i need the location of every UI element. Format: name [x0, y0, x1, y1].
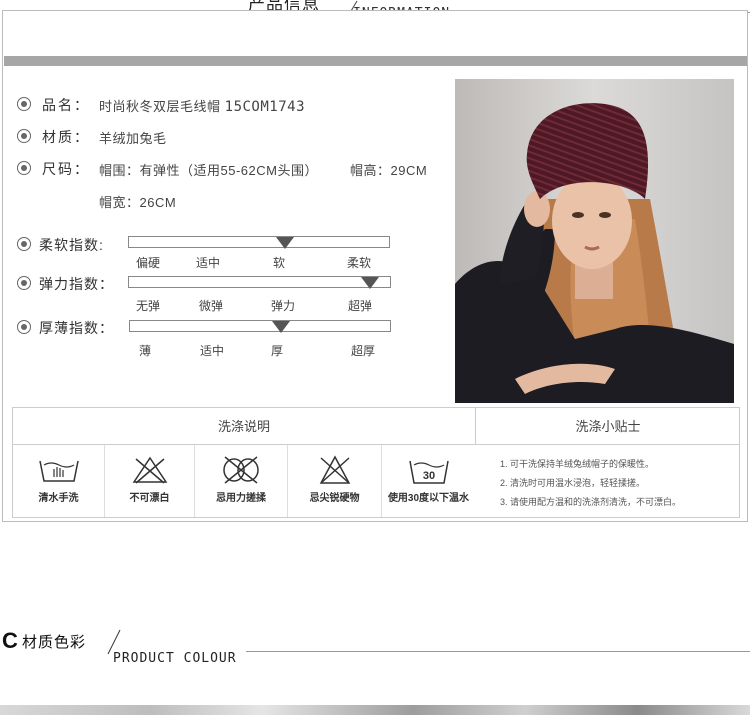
care-caption: 清水手洗 [38, 493, 79, 504]
softness-label: 柔软指数: [39, 237, 104, 253]
model-wearing-hat-illustration [455, 79, 734, 403]
name-text: 时尚秋冬双层毛线帽 [99, 99, 221, 114]
care-no-sharp: 忌尖锐硬物 [288, 445, 382, 517]
thickness-tick: 厚 [271, 344, 284, 358]
elasticity-tick: 超弹 [348, 299, 373, 313]
bullet-icon [17, 161, 31, 175]
bullet-icon [17, 320, 31, 334]
material-value: 羊绒加兔毛 [99, 131, 167, 146]
care-wash-30: 30 使用30度以下温水 [382, 445, 475, 517]
wash-temp: 30 [422, 470, 434, 482]
gray-band [4, 56, 747, 66]
no-sharp-objects-icon [319, 455, 350, 484]
elasticity-bar [128, 276, 391, 288]
next-image-strip [0, 705, 750, 715]
care-caption: 使用30度以下温水 [387, 493, 470, 504]
thickness-marker [271, 321, 290, 333]
care-caption: 不可漂白 [129, 493, 170, 504]
thickness-tick: 超厚 [351, 344, 376, 358]
bullet-icon [17, 237, 31, 251]
product-photo [455, 79, 734, 403]
no-bleach-icon [132, 456, 167, 484]
softness-tick: 适中 [196, 256, 221, 270]
care-no-wring: 忌用力搓揉 [195, 445, 288, 517]
softness-bar [128, 236, 390, 248]
size-label: 尺码： [42, 161, 90, 177]
care-caption: 忌用力搓揉 [216, 493, 266, 504]
care-no-bleach: 不可漂白 [105, 445, 195, 517]
elasticity-tick: 无弹 [136, 299, 161, 313]
washing-tip: 1. 可干洗保持羊绒兔绒帽子的保暖性。 [500, 459, 655, 469]
washing-tip: 2. 清洗时可用温水浸泡，轻轻揉搓。 [500, 478, 646, 488]
name-label: 品名： [42, 97, 90, 113]
bullet-icon [17, 97, 31, 111]
care-hand-wash: 清水手洗 [13, 445, 105, 517]
washing-title: 洗涤说明 [13, 408, 475, 445]
thickness-tick: 薄 [139, 344, 152, 358]
washing-tips-list: 1. 可干洗保持羊绒兔绒帽子的保暖性。 2. 清洗时可用温水浸泡，轻轻揉搓。 3… [500, 455, 681, 512]
size-height: 帽高：29CM [350, 163, 428, 178]
bullet-icon [17, 276, 31, 290]
size-circumference: 帽围：有弹性（适用55-62CM头围） [99, 163, 318, 178]
elasticity-tick: 弹力 [271, 299, 296, 313]
material-label: 材质： [42, 129, 90, 145]
care-caption: 忌尖锐硬物 [309, 493, 360, 504]
name-value: 时尚秋冬双层毛线帽 15COM1743 [99, 96, 305, 115]
washing-tip: 3. 请使用配方温和的洗涤剂清洗，不可漂白。 [500, 497, 682, 507]
softness-tick: 软 [273, 256, 286, 270]
thickness-tick: 适中 [200, 344, 225, 358]
no-wring-icon [223, 456, 259, 484]
thickness-label: 厚薄指数： [39, 320, 114, 336]
section2-rule [246, 651, 750, 652]
thickness-bar [129, 320, 391, 332]
bullet-icon [17, 129, 31, 143]
section-mark: C [2, 628, 18, 653]
hand-wash-icon [38, 460, 79, 482]
section2-title-cn: 材质色彩 [22, 634, 87, 651]
softness-tick: 偏硬 [136, 256, 161, 270]
elasticity-label: 弹力指数： [39, 276, 114, 292]
washing-tips-title: 洗涤小贴士 [475, 408, 740, 445]
softness-tick: 柔软 [347, 256, 372, 270]
wash-30-icon: 30 [408, 460, 449, 484]
softness-marker [276, 237, 295, 249]
elasticity-marker [360, 277, 379, 289]
section2-title-en: PRODUCT COLOUR [113, 651, 237, 666]
product-code: 15COM1743 [224, 99, 305, 115]
elasticity-tick: 微弹 [199, 299, 224, 313]
size-width: 帽宽：26CM [99, 195, 177, 210]
